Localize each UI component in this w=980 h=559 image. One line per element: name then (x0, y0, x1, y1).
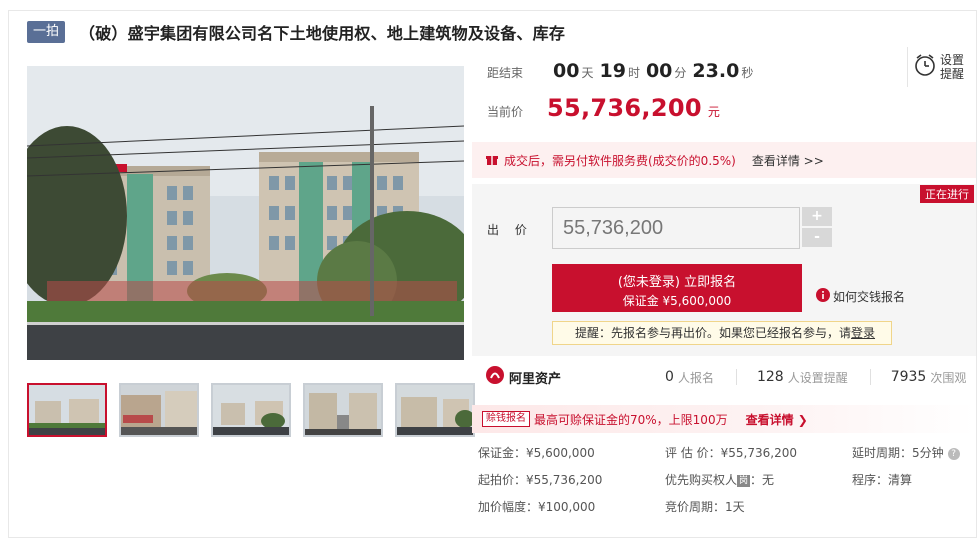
service-fee-text: 成交后，需另付软件服务费(成交价的0.5%) (504, 153, 736, 168)
priority-value: ：无 (750, 473, 775, 487)
info-icon (816, 287, 830, 306)
registered-label: 人报名 (677, 370, 714, 385)
countdown: 距结束 00 天 19 时 00 分 23.0 秒 (487, 60, 753, 86)
increment-detail: 加价幅度：¥100,000 (478, 500, 596, 514)
thumbnail-1[interactable] (27, 383, 107, 437)
current-price: 当前价 55,736,200 元 (487, 94, 720, 122)
reminder-line2: 提醒 (940, 67, 965, 81)
service-fee-details-link[interactable]: 查看详情 >> (752, 152, 824, 169)
ali-assets-logo-icon (486, 366, 504, 388)
countdown-seconds: 23.0 (692, 60, 740, 82)
countdown-days-unit: 天 (581, 66, 594, 80)
reminder-count: 128 (756, 369, 784, 385)
set-reminder-button[interactable]: 设置 提醒 (907, 47, 977, 87)
views-count: 7935 (890, 369, 927, 385)
promo-badge: 赊钱报名 (482, 411, 530, 427)
views-label: 次围观 (930, 370, 967, 385)
priority-buyer-detail: 优先购买权人岗：无 (665, 471, 774, 488)
countdown-minutes: 00 (645, 60, 673, 82)
reminder-count-label: 人设置提醒 (787, 370, 848, 385)
login-tip-text: 提醒：先报名参与再出价。如果您已经报名参与，请 (575, 326, 852, 340)
bidding-period-detail: 竞价周期：1天 (665, 500, 745, 514)
countdown-hours: 19 (599, 60, 626, 82)
thumbnail-5[interactable] (395, 383, 475, 437)
thumbnail-strip (27, 383, 475, 437)
how-to-register-text: 如何交钱报名 (833, 290, 906, 304)
countdown-seconds-unit: 秒 (741, 66, 754, 80)
countdown-minutes-unit: 分 (674, 66, 687, 80)
bid-area: 正在进行 出 价 + - (您未登录) 立即报名 保证金 ¥5,600,000 … (472, 184, 976, 356)
procedure-detail: 程序：清算 (852, 473, 913, 487)
register-button-label: (您未登录) 立即报名 (617, 275, 737, 290)
registered-count: 0 (665, 369, 674, 385)
increase-bid-button[interactable]: + (802, 207, 832, 226)
credit-deposit-promo: 赊钱报名 最高可赊保证金的70%，上限100万 查看详情 ❯ (472, 405, 976, 433)
register-now-button[interactable]: (您未登录) 立即报名 保证金 ¥5,600,000 (552, 264, 802, 312)
brand-name: 阿里资产 (509, 371, 562, 387)
help-icon[interactable]: ? (947, 447, 960, 460)
start-price-detail: 起拍价：¥55,736,200 (478, 473, 603, 487)
divider (869, 369, 871, 385)
reminder-line1: 设置 (940, 53, 965, 67)
register-button-deposit: 保证金 ¥5,600,000 (622, 294, 732, 308)
current-price-value: 55,736,200 (547, 94, 702, 122)
bid-label: 出 价 (487, 223, 533, 237)
thumbnail-3[interactable] (211, 383, 291, 437)
thumbnail-4[interactable] (303, 383, 383, 437)
service-fee-notice: 成交后，需另付软件服务费(成交价的0.5%) 查看详情 >> (472, 142, 976, 178)
round-tag: 一拍 (27, 21, 66, 43)
priority-badge: 岗 (737, 474, 751, 487)
current-price-unit: 元 (707, 105, 720, 119)
deposit-detail: 保证金：¥5,600,000 (478, 446, 595, 460)
countdown-label: 距结束 (487, 66, 524, 80)
title-row: 一拍 （破）盛宇集团有限公司名下土地使用权、地上建筑物及设备、库存 (27, 20, 565, 44)
extension-text: 延时周期：5分钟 (852, 446, 944, 460)
bid-amount-input[interactable] (552, 207, 800, 249)
login-link[interactable]: 登录 (851, 326, 875, 340)
promo-details-link[interactable]: 查看详情 ❯ (746, 411, 808, 428)
building-photo (27, 66, 464, 360)
status-badge: 正在进行 (920, 185, 974, 203)
countdown-days: 00 (553, 60, 580, 82)
brand: 阿里资产 (486, 366, 561, 388)
how-to-register-link[interactable]: 如何交钱报名 (816, 287, 905, 306)
promo-text: 最高可赊保证金的70%，上限100万 (534, 412, 728, 427)
gift-icon (486, 151, 498, 170)
appraisal-detail: 评 估 价：¥55,736,200 (665, 446, 797, 460)
divider (735, 369, 737, 385)
page-title: （破）盛宇集团有限公司名下土地使用权、地上建筑物及设备、库存 (79, 24, 566, 43)
alarm-clock-icon (914, 53, 936, 81)
priority-label: 优先购买权人 (665, 473, 738, 487)
current-price-label: 当前价 (487, 105, 524, 119)
thumbnail-2[interactable] (119, 383, 199, 437)
extension-detail: 延时周期：5分钟? (852, 444, 960, 461)
main-photo[interactable] (27, 66, 464, 360)
stats-row: 阿里资产 0 人报名 128 人设置提醒 7935 次围观 (472, 360, 976, 394)
countdown-hours-unit: 时 (627, 66, 640, 80)
decrease-bid-button[interactable]: - (802, 228, 832, 247)
login-tip: 提醒：先报名参与再出价。如果您已经报名参与，请登录 (552, 321, 892, 345)
